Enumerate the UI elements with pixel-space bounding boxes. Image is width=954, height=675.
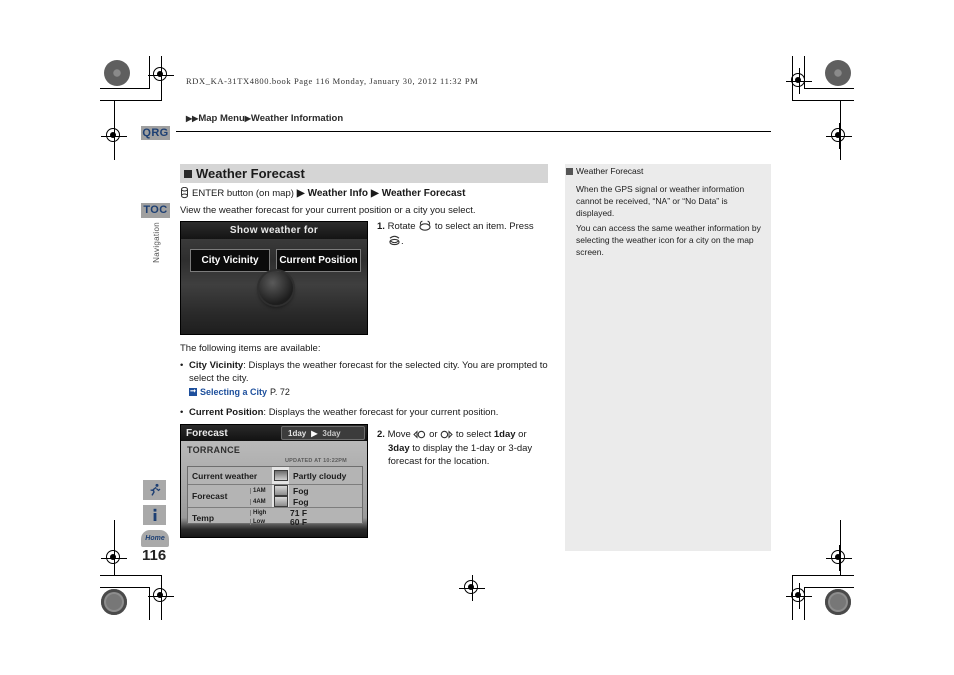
row-label: Temp	[192, 512, 215, 523]
joystick-left-icon	[413, 430, 426, 439]
reference-arrow-icon: ➞	[189, 388, 197, 396]
step-2-number: 2.	[377, 429, 385, 440]
tab-arrow-icon: ▶	[311, 428, 318, 438]
note-paragraph-2: You can access the same weather informat…	[576, 223, 761, 257]
nav-path-arrow-1: ▶	[296, 187, 305, 199]
nav-button-city-vicinity[interactable]: City Vicinity	[190, 249, 270, 272]
forecast-city-name: TORRANCE	[187, 445, 241, 455]
step-2-bold-1day: 1day	[493, 429, 516, 440]
bullet-icon: •	[180, 407, 184, 419]
step-2-text-b: or	[429, 429, 438, 440]
nav-screenshot-show-weather-for: Show weather for City Vicinity Current P…	[180, 221, 368, 335]
fog-icon	[272, 485, 289, 496]
reference-label: Selecting a City	[200, 386, 268, 397]
nav-path-weather-info: Weather Info	[307, 187, 368, 199]
note-heading: Weather Forecast	[566, 166, 643, 176]
row-value: Fog	[293, 485, 309, 496]
joystick-right-icon	[440, 430, 453, 439]
table-row: Temp High 71 F Low 60 F	[188, 508, 362, 527]
tab-1day[interactable]: 1day	[288, 429, 306, 438]
section-bullet-icon	[184, 169, 192, 178]
row-value: 60 F	[290, 516, 308, 527]
nav-screenshot-forecast: Forecast 1day ▶ 3day TORRANCE UPDATED AT…	[180, 424, 368, 538]
list-item: • Current Position: Displays the weather…	[180, 407, 555, 420]
row-value: Fog	[293, 496, 309, 507]
step-1-text-a: Rotate	[387, 221, 416, 232]
cross-reference-link[interactable]: ➞ Selecting a City P. 72	[189, 386, 290, 399]
row-label: Forecast	[192, 491, 228, 501]
items-available-lead: The following items are available:	[180, 343, 321, 354]
step-2-line-2: to display the 1-day or 3-day	[412, 442, 533, 454]
reference-page: P. 72	[270, 386, 290, 397]
nav-path-arrow-2: ▶	[371, 187, 379, 199]
info-icon[interactable]	[143, 505, 166, 525]
feature-list: • City Vicinity: Displays the weather fo…	[180, 360, 555, 429]
row-sublabel: High	[250, 509, 272, 516]
step-1-period: .	[401, 235, 404, 247]
nav-path-weather-forecast: Weather Forecast	[381, 187, 466, 199]
header-rule	[176, 131, 771, 132]
section-title: Weather Forecast	[180, 164, 548, 183]
section-intro-text: View the weather forecast for your curre…	[180, 205, 476, 216]
sidebar-tab-qrg[interactable]: QRG	[141, 126, 170, 140]
press-knob-icon	[389, 235, 400, 245]
list-item-text: : Displays the weather forecast for the …	[189, 360, 548, 384]
row-value: Partly cloudy	[293, 470, 347, 481]
bullet-icon: •	[180, 360, 184, 371]
table-row: Forecast 1AM Fog 4AM Fog	[188, 485, 362, 508]
breadcrumb-item-map-menu: Map Menu	[198, 113, 245, 124]
forecast-day-tabs[interactable]: 1day ▶ 3day	[281, 426, 365, 440]
fog-icon	[272, 496, 289, 507]
list-item-text: : Displays the weather forecast for your…	[263, 407, 499, 419]
breadcrumb: ▶▶Map Menu▶Weather Information	[186, 113, 343, 124]
print-file-header: RDX_KA-31TX4800.book Page 116 Monday, Ja…	[186, 76, 479, 86]
breadcrumb-item-weather-information: Weather Information	[250, 113, 344, 124]
manual-page: RDX_KA-31TX4800.book Page 116 Monday, Ja…	[0, 0, 954, 675]
list-item-label: City Vicinity	[189, 360, 244, 371]
nav-screen-title: Show weather for	[181, 222, 367, 239]
table-row: Current weather Partly cloudy	[188, 467, 362, 485]
step-2: 2. Move or to select 1day or 3day to dis…	[377, 428, 557, 469]
page-number: 116	[142, 547, 167, 564]
note-paragraph-1: When the GPS signal or weather informati…	[576, 184, 745, 218]
enter-button-icon	[181, 187, 188, 199]
sidebar-tab-toc[interactable]: TOC	[141, 203, 170, 218]
step-2-text-a: Move	[387, 429, 411, 440]
step-2-text-d: or	[518, 429, 527, 440]
registration-mark-bottom-center	[459, 575, 485, 601]
row-subtime: 4AM	[250, 498, 272, 505]
quick-reference-icon[interactable]	[143, 480, 166, 500]
section-title-text: Weather Forecast	[196, 166, 305, 181]
nav-path: ENTER button (on map) ▶ Weather Info ▶ W…	[180, 187, 465, 199]
sidebar-section-label-navigation: Navigation	[152, 222, 161, 263]
list-item: • City Vicinity: Displays the weather fo…	[180, 360, 555, 398]
nav-path-enter-label: ENTER button (on map)	[192, 187, 294, 199]
step-2-text-c: to select	[455, 429, 492, 440]
step-1-text-b: to select an item. Press	[434, 221, 534, 232]
note-marker-icon	[566, 167, 573, 175]
row-label: Current weather	[192, 470, 258, 481]
step-2-bold-3day: 3day	[388, 442, 410, 454]
forecast-table: Current weather Partly cloudy Forecast 1…	[187, 466, 363, 527]
tab-3day[interactable]: 3day	[322, 429, 340, 438]
nav-button-current-position[interactable]: Current Position	[276, 249, 361, 272]
row-sublabel: Low	[250, 518, 272, 525]
row-subtime: 1AM	[250, 487, 272, 494]
list-item-label: Current Position	[189, 407, 264, 419]
step-1-number: 1.	[377, 221, 385, 232]
step-2-line-3: forecast for the location.	[388, 456, 490, 467]
forecast-updated-time: UPDATED AT 10:22PM	[285, 458, 347, 464]
step-1: 1. Rotate to select an item. Press .	[377, 220, 557, 248]
note-heading-text: Weather Forecast	[576, 166, 644, 176]
nav-knob-icon	[259, 271, 293, 305]
rotate-knob-icon	[419, 220, 431, 231]
partly-cloudy-icon	[272, 467, 289, 484]
home-icon[interactable]: Home	[141, 530, 169, 547]
